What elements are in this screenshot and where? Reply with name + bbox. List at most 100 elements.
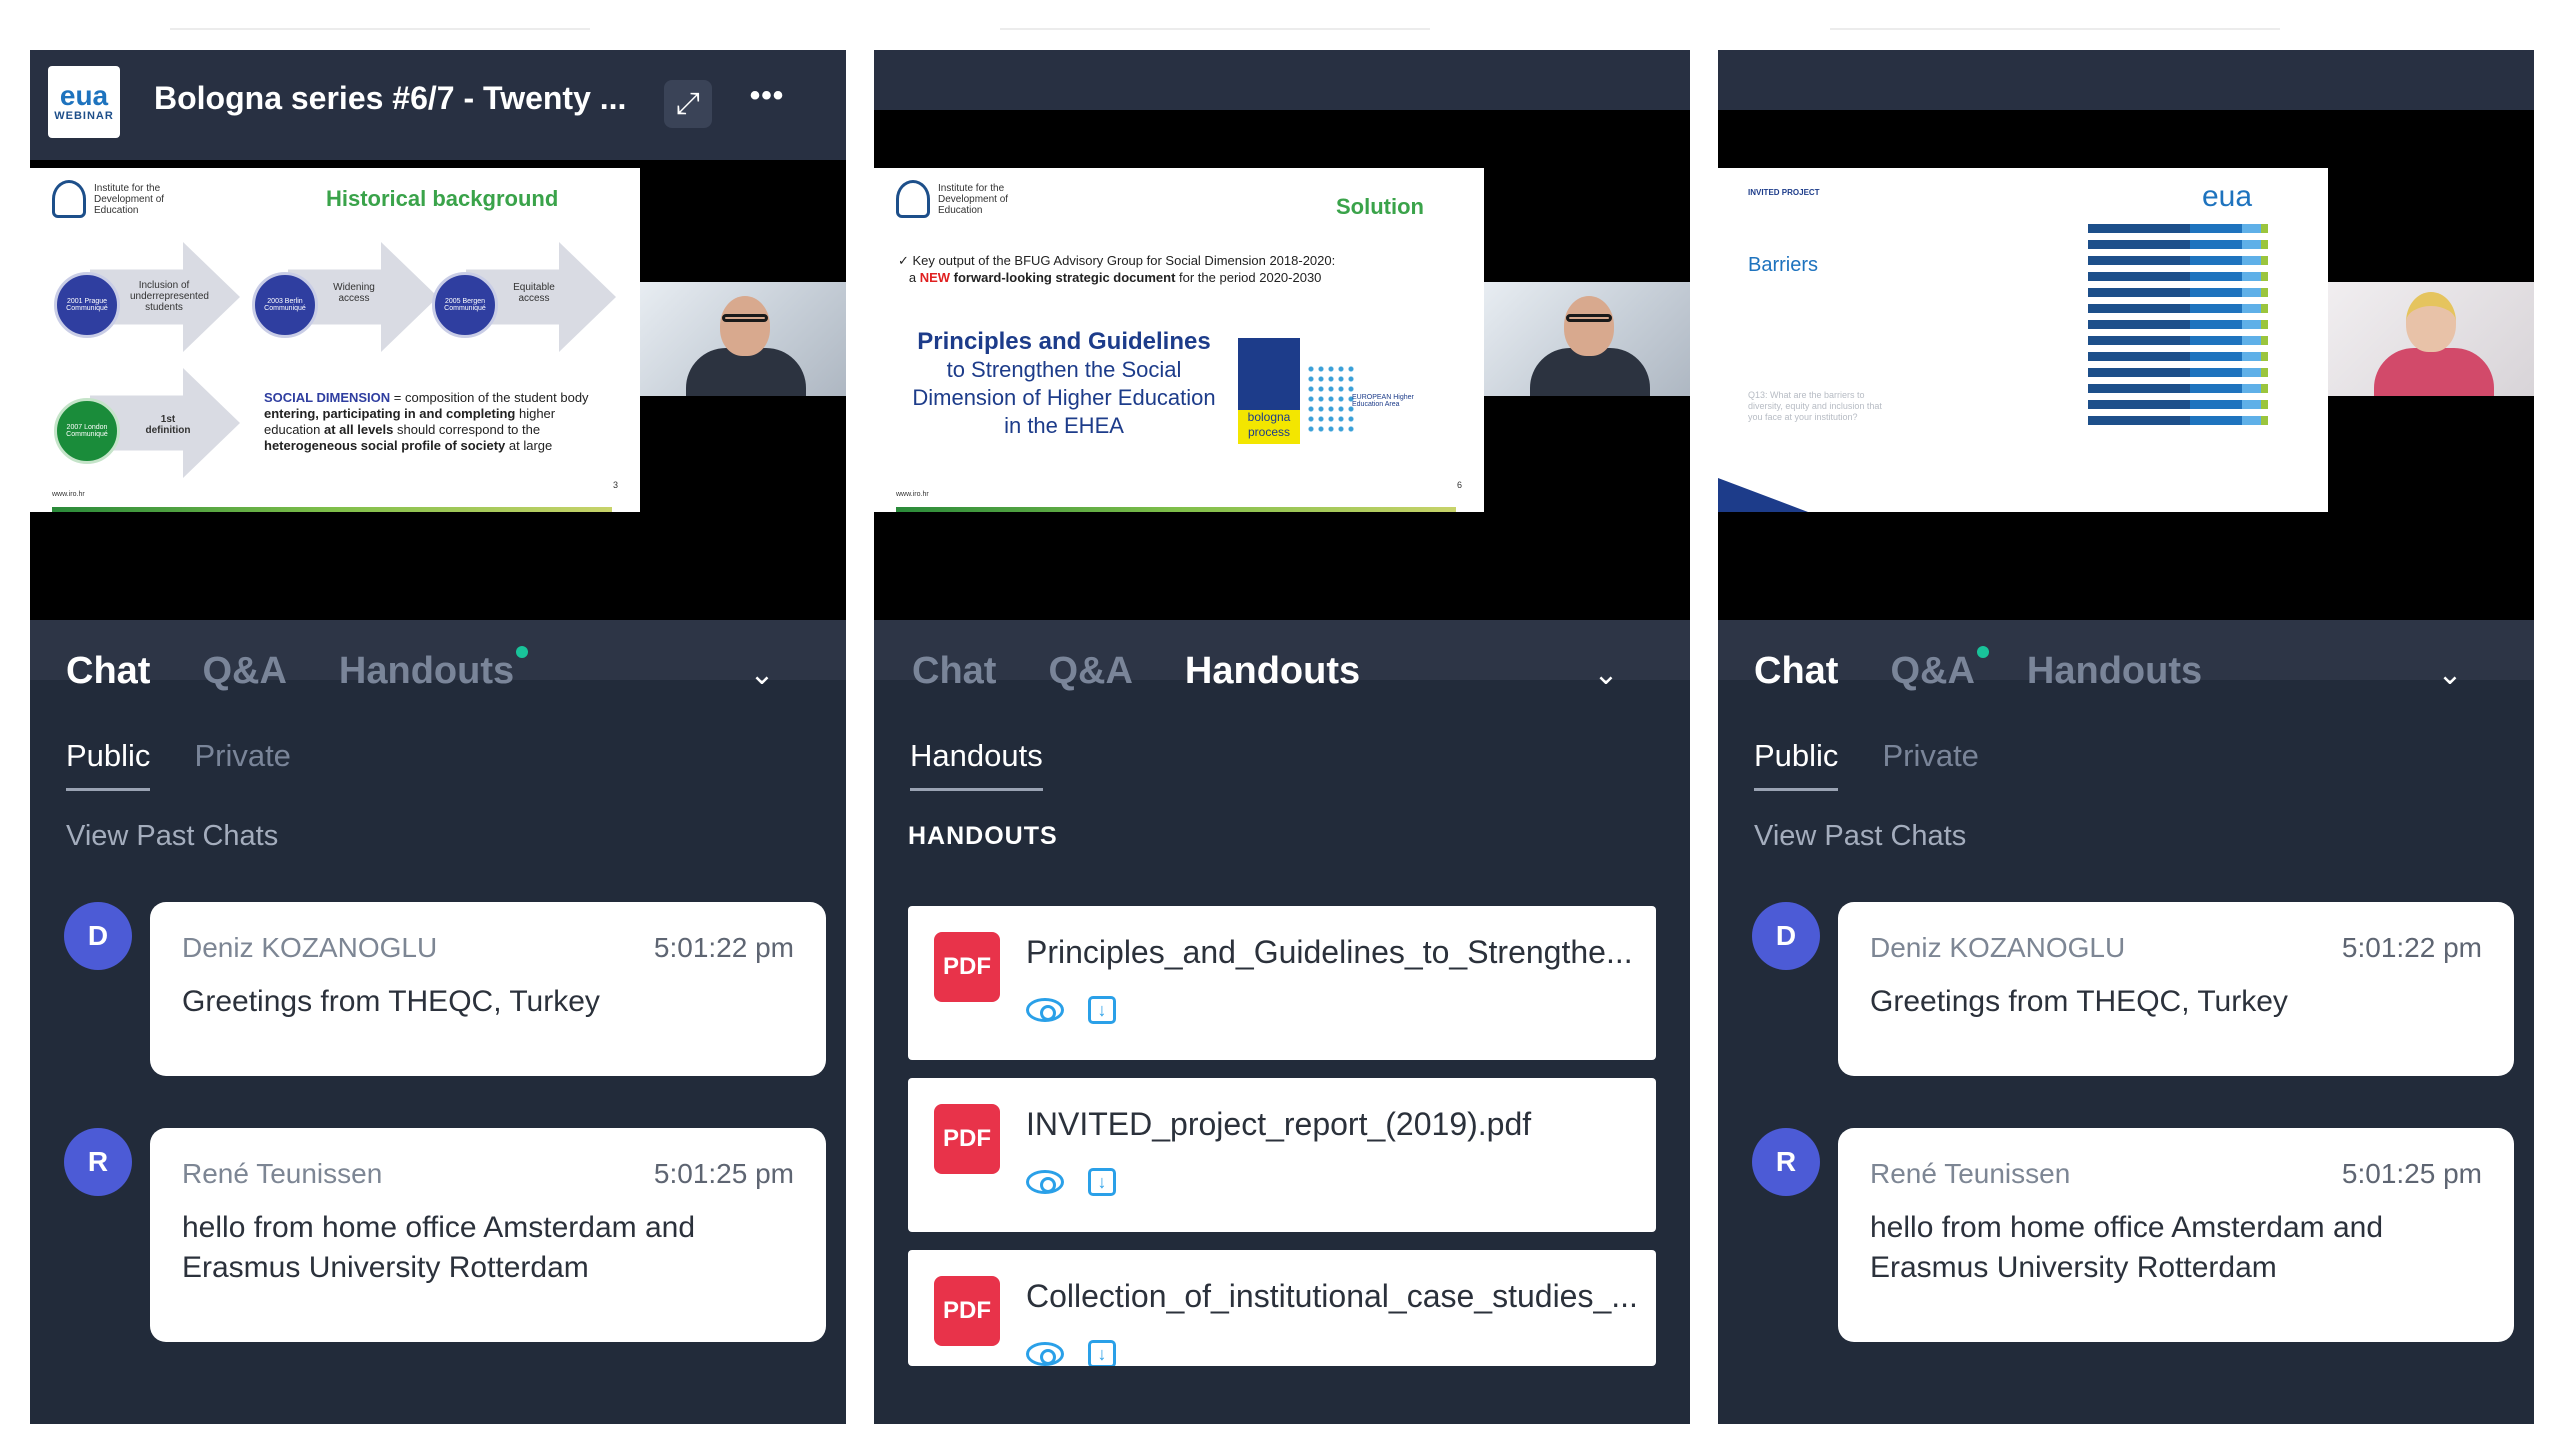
slide-heading: Barriers xyxy=(1748,254,1819,276)
message-time: 5:01:22 pm xyxy=(653,932,794,963)
social-dimension-text: SOCIAL DIMENSION = composition of the st… xyxy=(264,390,589,453)
subtab-private[interactable]: Private xyxy=(1882,738,1978,791)
chevron-down-icon[interactable]: ⌄ xyxy=(1586,654,1626,694)
expand-icon[interactable]: ⤢ xyxy=(664,80,712,128)
panel-tabs: Chat Q&A Handouts xyxy=(912,650,1360,693)
eye-icon[interactable] xyxy=(1026,998,1064,1022)
chart-bar-segment xyxy=(2088,416,2191,425)
chat-message: René Teunissen 5:01:25 pm hello from home… xyxy=(1838,1128,2514,1342)
slide-page-number: 6 xyxy=(1456,480,1462,490)
presenter-video xyxy=(640,282,846,396)
chart-bar-segment xyxy=(2260,400,2268,409)
chat-message: René Teunissen 5:01:25 pm hello from home… xyxy=(150,1128,826,1342)
presenter-video xyxy=(2328,282,2534,396)
message-time: 5:01:25 pm xyxy=(653,1158,794,1189)
chart-bar-segment xyxy=(2260,256,2268,265)
chart-bar-row xyxy=(2088,368,2268,377)
milestone-circle: 2005 Bergen Communiqué xyxy=(432,272,498,338)
institute-logo: Institute for the Development of Educati… xyxy=(52,180,204,218)
handout-item[interactable]: PDF INVITED_project_report_(2019).pdf ↓ xyxy=(908,1078,1656,1232)
eye-icon[interactable] xyxy=(1026,1170,1064,1194)
eua-logo: eua xyxy=(2202,180,2253,213)
chevron-down-icon[interactable]: ⌄ xyxy=(2430,654,2470,694)
view-past-chats-link[interactable]: View Past Chats xyxy=(1754,820,1966,853)
chart-bar-row xyxy=(2088,384,2268,393)
institute-logo: Institute for the Development of Educati… xyxy=(896,180,1048,218)
eye-icon[interactable] xyxy=(1026,1342,1064,1366)
presentation-slide: Institute for the Development of Educati… xyxy=(30,168,640,512)
tab-handouts[interactable]: Handouts xyxy=(2027,650,2202,693)
message-time: 5:01:25 pm xyxy=(2341,1158,2482,1189)
chart-bar-row xyxy=(2088,400,2268,409)
chart-bar-segment xyxy=(2088,224,2191,233)
subtab-public[interactable]: Public xyxy=(1754,738,1839,791)
webinar-panel-handouts: Institute for the Development of Educati… xyxy=(874,50,1690,1424)
subtab-public[interactable]: Public xyxy=(66,738,151,791)
chart-bar-segment xyxy=(2242,368,2261,377)
player-header: eua WEBINAR Bologna series #6/7 - Twenty… xyxy=(30,50,846,160)
chart-bar-segment xyxy=(2260,224,2268,233)
handout-item[interactable]: PDF Principles_and_Guidelines_to_Strengt… xyxy=(908,906,1656,1060)
tab-chat[interactable]: Chat xyxy=(912,650,996,693)
message-text: hello from home office Amsterdam and Era… xyxy=(182,1211,696,1284)
tab-qa[interactable]: Q&A xyxy=(1890,646,1989,693)
download-icon[interactable]: ↓ xyxy=(1088,1168,1116,1196)
subtab-private[interactable]: Private xyxy=(194,738,290,791)
chart-bar-row xyxy=(2088,352,2268,361)
webinar-panel-chat: INVITED PROJECT Barriers eua Q13: What a… xyxy=(1718,50,2534,1424)
chart-bar-segment xyxy=(2190,368,2242,377)
tab-handouts[interactable]: Handouts xyxy=(339,646,529,693)
chart-bar-segment xyxy=(2190,240,2242,249)
divider xyxy=(170,28,590,30)
chevron-down-icon[interactable]: ⌄ xyxy=(742,654,782,694)
handout-filename: INVITED_project_report_(2019).pdf xyxy=(1026,1106,1532,1142)
chart-bar-segment xyxy=(2088,256,2191,265)
download-icon[interactable]: ↓ xyxy=(1088,1340,1116,1366)
download-icon[interactable]: ↓ xyxy=(1088,996,1116,1024)
handout-item[interactable]: PDF Collection_of_institutional_case_stu… xyxy=(908,1250,1656,1366)
tab-chat[interactable]: Chat xyxy=(66,650,150,693)
sender-name: Deniz KOZANOGLU xyxy=(182,932,438,963)
chart-bar-segment xyxy=(2242,256,2261,265)
avatar: R xyxy=(64,1128,132,1196)
chart-bar-segment xyxy=(2088,240,2191,249)
presentation-slide: Institute for the Development of Educati… xyxy=(874,168,1484,512)
message-text: Greetings from THEQC, Turkey xyxy=(182,985,600,1018)
sender-name: René Teunissen xyxy=(182,1158,383,1189)
chat-subtabs: Public Private xyxy=(1754,738,1979,791)
tab-handouts[interactable]: Handouts xyxy=(1185,650,1360,693)
ehea-logo xyxy=(1306,364,1358,434)
panel-tabs: Chat Q&A Handouts xyxy=(1754,646,2202,693)
handout-filename: Collection_of_institutional_case_studies… xyxy=(1026,1278,1638,1314)
panel-tabs: Chat Q&A Handouts xyxy=(66,646,529,693)
more-options-icon[interactable]: ••• xyxy=(742,76,792,116)
tab-qa[interactable]: Q&A xyxy=(1048,650,1132,693)
avatar: D xyxy=(64,902,132,970)
chart-bar-segment xyxy=(2260,368,2268,377)
presenter-video xyxy=(1484,282,1690,396)
chart-bar-segment xyxy=(2088,384,2191,393)
chart-bar-segment xyxy=(2190,384,2242,393)
chart-bar-row xyxy=(2088,304,2268,313)
chart-bar-segment xyxy=(2190,400,2242,409)
subtab-handouts[interactable]: Handouts xyxy=(910,738,1043,791)
message-text: hello from home office Amsterdam and Era… xyxy=(1870,1211,2384,1284)
milestone-circle: 2007 London Communiqué xyxy=(54,398,120,464)
chart-bar-segment xyxy=(2088,336,2191,345)
chart-bar-segment xyxy=(2260,240,2268,249)
tab-qa[interactable]: Q&A xyxy=(202,650,286,693)
chart-bar-row xyxy=(2088,320,2268,329)
pdf-icon: PDF xyxy=(934,1104,1000,1174)
pdf-icon: PDF xyxy=(934,932,1000,1002)
message-time: 5:01:22 pm xyxy=(2341,932,2482,963)
chart-bar-segment xyxy=(2242,272,2261,281)
tab-chat[interactable]: Chat xyxy=(1754,650,1838,693)
chat-message: Deniz KOZANOGLU 5:01:22 pm Greetings from… xyxy=(150,902,826,1076)
chart-bar-segment xyxy=(2242,352,2261,361)
chart-bar-segment xyxy=(2088,304,2191,313)
chart-bar-segment xyxy=(2190,224,2242,233)
view-past-chats-link[interactable]: View Past Chats xyxy=(66,820,278,853)
chart-bar-segment xyxy=(2260,304,2268,313)
message-text: Greetings from THEQC, Turkey xyxy=(1870,985,2288,1018)
chart-bar-segment xyxy=(2190,288,2242,297)
